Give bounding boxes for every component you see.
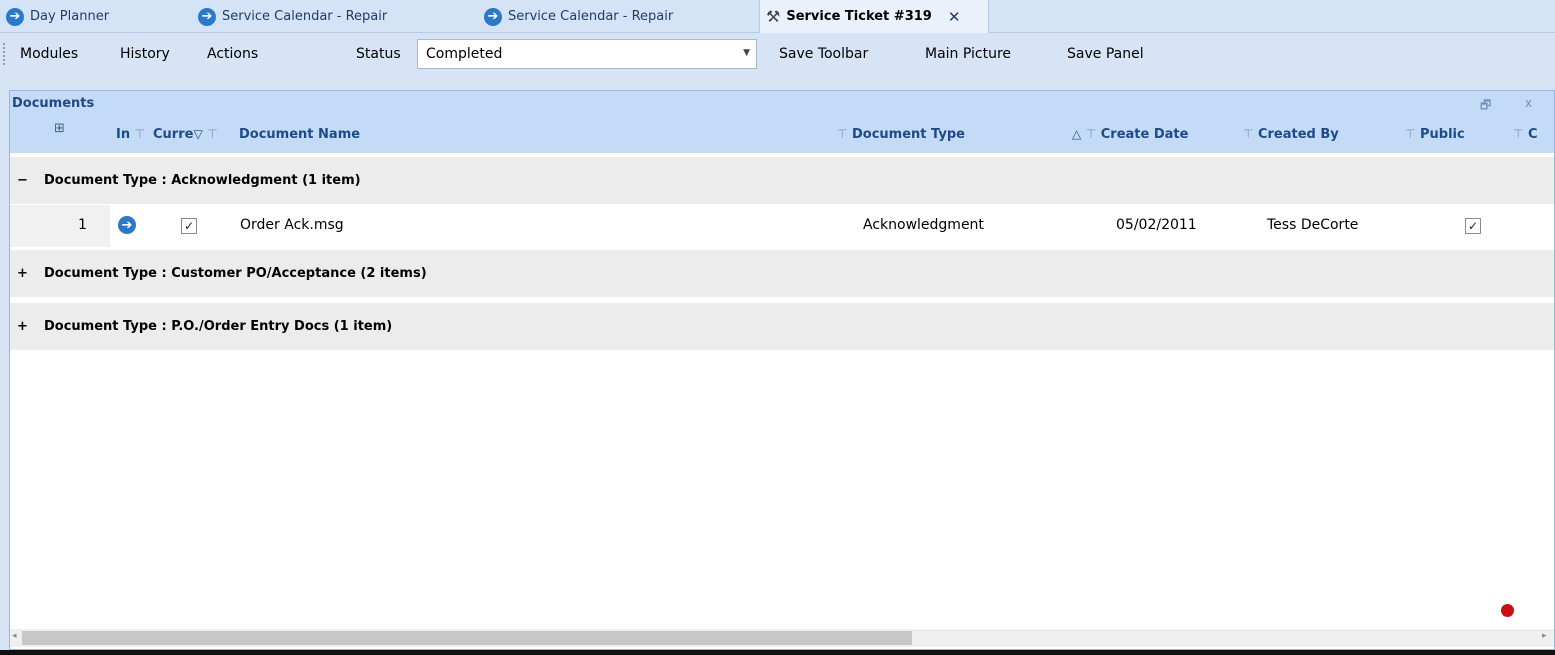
history-menu[interactable]: History <box>120 46 170 62</box>
tab-label: Day Planner <box>30 9 110 24</box>
column-header-created-by[interactable]: ⊤ Created By <box>1243 127 1339 142</box>
status-value: Completed <box>426 46 503 62</box>
modules-menu[interactable]: Modules <box>20 46 78 62</box>
scroll-left-icon[interactable]: ◂ <box>12 631 17 641</box>
current-checkbox[interactable]: ✓ <box>181 218 197 234</box>
public-checkbox[interactable]: ✓ <box>1465 218 1481 234</box>
status-indicator-dot <box>1501 604 1514 617</box>
column-header-document-name[interactable]: Document Name <box>239 127 360 142</box>
group-label: Document Type : Customer PO/Acceptance (… <box>44 266 427 281</box>
create-date-cell: 05/02/2011 <box>1116 217 1197 233</box>
tab-label: Service Calendar - Repair <box>508 9 674 24</box>
group-label: Document Type : Acknowledgment (1 item) <box>44 173 361 188</box>
column-label: In <box>116 127 131 142</box>
tab-service-calendar-repair-2[interactable]: ➔ Service Calendar - Repair <box>478 0 673 33</box>
column-header-in[interactable]: In ⊤ <box>116 127 145 142</box>
group-row-acknowledgment[interactable]: − Document Type : Acknowledgment (1 item… <box>10 157 1554 204</box>
filter-icon[interactable]: ⊤ <box>135 127 145 141</box>
sort-desc-icon: ▽ <box>193 127 203 141</box>
tab-label: Service Calendar - Repair <box>222 9 388 24</box>
filter-icon[interactable]: ⊤ <box>1086 127 1096 141</box>
column-header-create-date[interactable]: △ ⊤ Create Date <box>1072 127 1188 142</box>
filter-icon[interactable]: ⊤ <box>1405 127 1415 141</box>
scroll-right-icon[interactable]: ▸ <box>1542 631 1547 641</box>
arrow-circle-icon: ➔ <box>484 7 502 26</box>
created-by-cell: Tess DeCorte <box>1267 217 1359 233</box>
save-toolbar-button[interactable]: Save Toolbar <box>779 46 868 62</box>
tab-label: Service Ticket #319 <box>786 9 932 24</box>
close-tab-icon[interactable]: ✕ <box>948 8 961 26</box>
row-index: 1 <box>78 217 87 233</box>
bottom-border <box>0 650 1555 655</box>
column-label: Created By <box>1257 127 1339 142</box>
row-indicator <box>10 205 110 247</box>
column-header-public[interactable]: ⊤ Public <box>1405 127 1465 142</box>
collapse-icon[interactable]: − <box>17 173 28 188</box>
document-name-cell: Order Ack.msg <box>240 217 344 233</box>
document-type-cell: Acknowledgment <box>863 217 984 233</box>
arrow-circle-icon[interactable]: ➔ <box>118 216 136 234</box>
group-row-customer-po[interactable]: + Document Type : Customer PO/Acceptance… <box>10 250 1554 297</box>
documents-grid-header: Documents 🗗 x ⊞ In ⊤ Curre▽ ⊤ Document N… <box>10 91 1554 153</box>
filter-icon[interactable]: ⊤ <box>837 127 847 141</box>
group-row-po-order-entry[interactable]: + Document Type : P.O./Order Entry Docs … <box>10 303 1554 350</box>
table-row[interactable]: 1 ➔ ✓ Order Ack.msg Acknowledgment 05/02… <box>10 205 1554 247</box>
tab-day-planner[interactable]: ➔ Day Planner <box>0 0 109 33</box>
column-label: Curre <box>153 127 194 142</box>
column-header-document-type[interactable]: ⊤ Document Type <box>837 127 965 142</box>
column-header-truncated[interactable]: ⊤ C <box>1513 127 1553 142</box>
panel-title: Documents <box>12 96 95 111</box>
status-dropdown[interactable]: Completed ▼ <box>417 39 757 69</box>
tab-strip: ➔ Day Planner ➔ Service Calendar - Repai… <box>0 0 1555 33</box>
expand-icon[interactable]: + <box>17 266 28 281</box>
save-panel-button[interactable]: Save Panel <box>1067 46 1144 62</box>
chevron-down-icon: ▼ <box>743 48 750 58</box>
tab-service-calendar-repair-1[interactable]: ➔ Service Calendar - Repair <box>192 0 387 33</box>
status-label: Status <box>356 46 401 62</box>
column-header-current[interactable]: Curre▽ ⊤ <box>153 127 238 142</box>
documents-panel: Documents 🗗 x ⊞ In ⊤ Curre▽ ⊤ Document N… <box>9 90 1555 650</box>
tab-service-ticket[interactable]: ⚒ Service Ticket #319 ✕ <box>759 0 989 33</box>
group-label: Document Type : P.O./Order Entry Docs (1… <box>44 319 393 334</box>
tools-icon: ⚒ <box>766 7 781 26</box>
scrollbar-thumb[interactable] <box>22 631 912 645</box>
sort-asc-icon: △ <box>1072 127 1082 141</box>
column-label: Public <box>1419 127 1465 142</box>
panel-close-icon[interactable]: x <box>1525 96 1532 110</box>
toolbar-grip[interactable] <box>3 43 5 65</box>
column-label: Document Type <box>851 127 965 142</box>
horizontal-scrollbar[interactable]: ◂ ▸ <box>10 629 1554 647</box>
main-picture-button[interactable]: Main Picture <box>925 46 1011 62</box>
column-label: Create Date <box>1100 127 1189 142</box>
restore-icon[interactable]: 🗗 <box>1480 96 1491 117</box>
expand-icon[interactable]: + <box>17 319 28 334</box>
filter-icon[interactable]: ⊤ <box>1243 127 1253 141</box>
toolbar: Modules History Actions Status Completed… <box>0 34 1555 76</box>
filter-icon[interactable]: ⊤ <box>1513 127 1523 141</box>
filter-icon[interactable]: ⊤ <box>207 127 217 141</box>
column-chooser-icon[interactable]: ⊞ <box>54 121 65 136</box>
arrow-circle-icon: ➔ <box>6 7 24 26</box>
column-label: C <box>1527 127 1538 142</box>
arrow-circle-icon: ➔ <box>198 7 216 26</box>
actions-menu[interactable]: Actions <box>207 46 258 62</box>
